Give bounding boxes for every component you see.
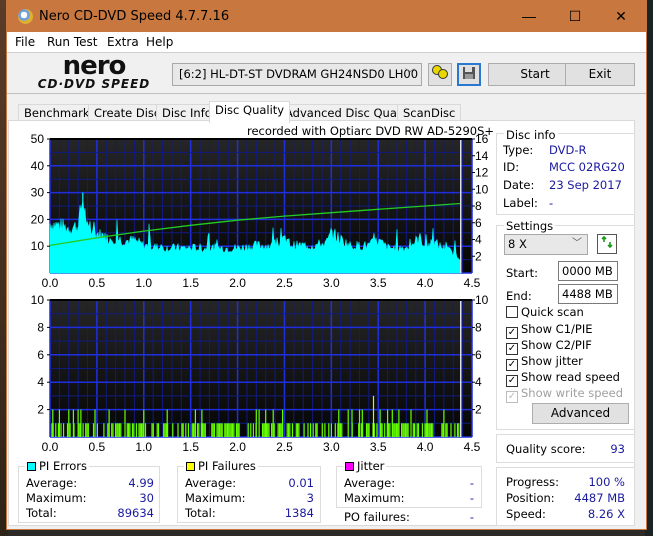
close-button[interactable]: ✕ (598, 1, 644, 32)
id-label: ID: (503, 160, 520, 174)
pi-errors-max-label: Maximum: (26, 491, 87, 505)
show-jitter-label: Show jitter (521, 354, 583, 368)
nero-logo: nero CD·DVD SPEED (19, 51, 169, 93)
chevron-down-icon: ﹀ (572, 238, 582, 249)
type-value: DVD-R (549, 143, 587, 157)
pi-failures-swatch (186, 462, 195, 471)
type-label: Type: (503, 143, 534, 157)
show-write-speed-checkbox: ✓ Show write speed (506, 386, 623, 403)
pi-failures-total-value: 1384 (284, 506, 314, 520)
quick-scan-checkbox[interactable]: Quick scan (506, 305, 584, 319)
pi-errors-total-value: 89634 (117, 506, 154, 520)
save-button[interactable] (457, 63, 481, 86)
pi-errors-max-value: 30 (139, 491, 154, 505)
show-write-speed-label: Show write speed (521, 386, 623, 400)
gears-icon (432, 65, 448, 79)
chevron-down-icon: ﹀ (405, 69, 415, 80)
jitter-max-label: Maximum: (344, 491, 405, 505)
jitter-title: Jitter (357, 459, 385, 473)
position-value: 4487 MB (574, 491, 625, 505)
speed-select-value: 8 X (508, 237, 527, 251)
pi-failures-max-label: Maximum: (185, 491, 246, 505)
show-read-speed-checkbox[interactable]: ✓ Show read speed (506, 370, 620, 387)
title-bar: Nero CD-DVD Speed 4.7.7.16 — ☐ ✕ (7, 1, 646, 32)
show-c1-pie-checkbox[interactable]: ✓ Show C1/PIE (506, 322, 593, 339)
start-input[interactable]: 0000 MB (558, 261, 618, 281)
tab-disc-quality[interactable]: Disc Quality (209, 101, 291, 123)
end-label: End: (506, 289, 532, 303)
pi-failures-total-label: Total: (185, 506, 216, 520)
refresh-button[interactable] (597, 234, 617, 254)
logo-speed-text: CD·DVD SPEED (37, 77, 151, 91)
menu-run-test[interactable]: Run Test (47, 35, 97, 49)
show-c2-pif-checkbox[interactable]: ✓ Show C2/PIF (506, 338, 592, 355)
date-label: Date: (503, 178, 535, 192)
pi-errors-swatch (27, 462, 36, 471)
jitter-legend: Jitter (343, 459, 387, 473)
floppy-disk-icon (463, 67, 475, 79)
menu-help[interactable]: Help (146, 35, 173, 49)
logo-nero-text: nero (62, 51, 127, 81)
exit-button[interactable]: Exit (565, 63, 635, 86)
minimize-button[interactable]: — (506, 1, 552, 32)
start-label: Start: (506, 266, 538, 280)
speed-value: 8.26 X (587, 507, 625, 521)
advanced-button[interactable]: Advanced (532, 403, 629, 424)
pi-errors-title: PI Errors (39, 459, 88, 473)
recorded-with-label: recorded with Optiarc DVD RW AD-5290S+ (247, 124, 495, 138)
menu-file[interactable]: File (15, 35, 35, 49)
po-failures-value: - (469, 510, 474, 524)
disc-info-title: Disc info (504, 128, 558, 142)
show-jitter-checkbox[interactable]: ✓ Show jitter (506, 354, 583, 371)
checkmark-icon: ✓ (506, 391, 518, 403)
show-c1-label: Show C1/PIE (521, 322, 593, 336)
progress-value: 100 % (588, 475, 625, 489)
speed-select[interactable]: 8 X ﹀ (504, 234, 588, 255)
quick-scan-label: Quick scan (521, 305, 584, 319)
quality-score-value: 93 (610, 442, 625, 456)
jitter-avg-label: Average: (344, 476, 396, 490)
pi-failures-max-value: 3 (306, 491, 314, 505)
label-value: - (549, 196, 554, 210)
nero-app-icon (18, 9, 33, 24)
end-input[interactable]: 4488 MB (558, 284, 618, 304)
settings-title: Settings (504, 219, 556, 233)
toolbar: nero CD·DVD SPEED [6:2] HL-DT-ST DVDRAM … (7, 52, 646, 94)
speed-label: Speed: (506, 507, 546, 521)
maximize-button[interactable]: ☐ (552, 1, 598, 32)
pi-errors-legend: PI Errors (25, 459, 90, 473)
pi-errors-avg-label: Average: (26, 476, 78, 490)
pi-failures-avg-label: Average: (185, 476, 237, 490)
quality-score-label: Quality score: (506, 442, 586, 456)
position-label: Position: (506, 491, 555, 505)
drive-options-button[interactable] (428, 63, 452, 86)
pi-failures-title: PI Failures (198, 459, 256, 473)
drive-select-value: [6:2] HL-DT-ST DVDRAM GH24NSD0 LH00 (179, 67, 419, 81)
label-label: Label: (503, 196, 538, 210)
drive-select[interactable]: [6:2] HL-DT-ST DVDRAM GH24NSD0 LH00 ﹀ (172, 63, 422, 86)
menu-extra[interactable]: Extra (107, 35, 139, 49)
jitter-swatch (345, 462, 354, 471)
pi-failures-legend: PI Failures (184, 459, 258, 473)
progress-label: Progress: (506, 475, 559, 489)
po-failures-label: PO failures: (344, 510, 410, 524)
menu-bar: File Run Test Extra Help (7, 32, 646, 52)
show-c2-label: Show C2/PIF (521, 338, 592, 352)
jitter-max-value: - (469, 491, 474, 505)
checkbox-box (506, 306, 518, 318)
show-read-speed-label: Show read speed (521, 370, 620, 384)
jitter-avg-value: - (469, 476, 474, 490)
pi-errors-avg-value: 4.99 (128, 476, 154, 490)
date-value: 23 Sep 2017 (549, 178, 622, 192)
refresh-arrows-icon (601, 235, 613, 249)
id-value: MCC 02RG20 (549, 160, 625, 174)
pi-failures-avg-value: 0.01 (288, 476, 314, 490)
window-title: Nero CD-DVD Speed 4.7.7.16 (39, 9, 230, 24)
pi-errors-total-label: Total: (26, 506, 57, 520)
